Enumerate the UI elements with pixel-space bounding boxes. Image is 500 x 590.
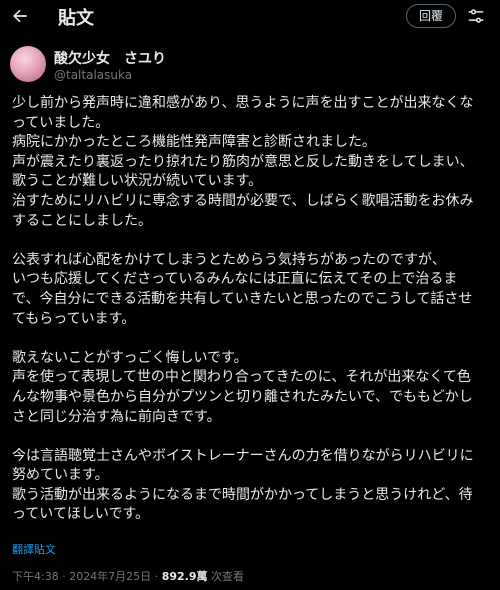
post-text-line: 公表すれば心配をかけてしまうとためらう気持ちがあったのですが、	[12, 251, 446, 268]
views-count: 892.9萬	[161, 570, 208, 583]
post-text-line: 努めています。	[12, 467, 109, 484]
options-icon[interactable]	[466, 6, 486, 26]
post-paragraph: 公表すれば心配をかけてしまうとためらう気持ちがあったのですが、 いつも応援してくだ…	[12, 251, 490, 329]
post-text-line: 病院にかかったところ機能性発声障害と診断されました。	[12, 134, 376, 151]
post-text-line: 歌うことが難しい状況が続いています。	[12, 173, 263, 190]
post-paragraph: 少し前から発声時に違和感があり、思うように声を出すことが出来なくな っていました。…	[12, 94, 490, 231]
post-body: 少し前から発声時に違和感があり、思うように声を出すことが出来なくな っていました。…	[12, 94, 490, 525]
translate-post-link[interactable]: 翻譯貼文	[12, 541, 56, 557]
avatar[interactable]	[10, 46, 46, 82]
reply-button[interactable]: 回覆	[406, 4, 456, 28]
post-text-line: っていてほしいです。	[12, 506, 150, 523]
post-text-line: っていました。	[12, 114, 110, 131]
post-text-line: んな物事や景色から自分がプツンと切り離されたみたいで、でももどかし	[12, 388, 473, 405]
back-arrow-icon[interactable]	[10, 6, 30, 26]
post-text-line: することにしました。	[12, 212, 152, 229]
post-text-line: いつも応援してくださっているみんなには正直に伝えてその上で治るま	[12, 271, 458, 288]
post-text-line: 少し前から発声時に違和感があり、思うように声を出すことが出来なくな	[12, 95, 474, 111]
post-timestamp[interactable]: 下午4:38 · 2024年7月25日	[12, 570, 151, 583]
post-text-line: てもらっています。	[12, 310, 136, 327]
views-label: 次查看	[210, 570, 244, 583]
meta-separator: ·	[154, 570, 159, 583]
post-text-line: で、今自分にできる活動を共有していきたいと思ったのでこうして話させ	[12, 290, 473, 307]
post-text-line: 歌う活動が出来るようになるまで時間がかかってしまうと思うけれど、待	[12, 486, 473, 503]
post-meta: 下午4:38 · 2024年7月25日 · 892.9萬 次查看	[12, 568, 244, 584]
post-text-line: さと同じ分治す為に前向きです。	[12, 408, 221, 425]
author-handle[interactable]: @taltalasuka	[54, 68, 132, 82]
post-text-line: 声が震えたり裏返ったり掠れたり筋肉が意思と反した動きをしてしまい、	[12, 153, 474, 170]
top-bar: 貼文 回覆	[0, 0, 500, 34]
post-text-line: 歌えないことがすっごく悔しいです。	[12, 349, 248, 366]
post-text-line: 治すためにリハビリに専念する時間が必要で、しばらく歌唱活動をお休み	[12, 192, 474, 209]
post-paragraph: 歌えないことがすっごく悔しいです。声を使って表現して世の中と関わり合ってきたのに…	[12, 349, 490, 427]
post-text-line: 今は言語聴覚士さんやボイストレーナーさんの力を借りながらリハビリに	[12, 447, 474, 464]
author-display-name[interactable]: 酸欠少女 さユり	[54, 48, 166, 68]
page-title: 貼文	[58, 8, 94, 29]
post-text-line: 声を使って表現して世の中と関わり合ってきたのに、それが出来なくて色	[12, 369, 471, 386]
post-paragraph: 今は言語聴覚士さんやボイストレーナーさんの力を借りながらリハビリに 努めています。…	[12, 447, 490, 525]
